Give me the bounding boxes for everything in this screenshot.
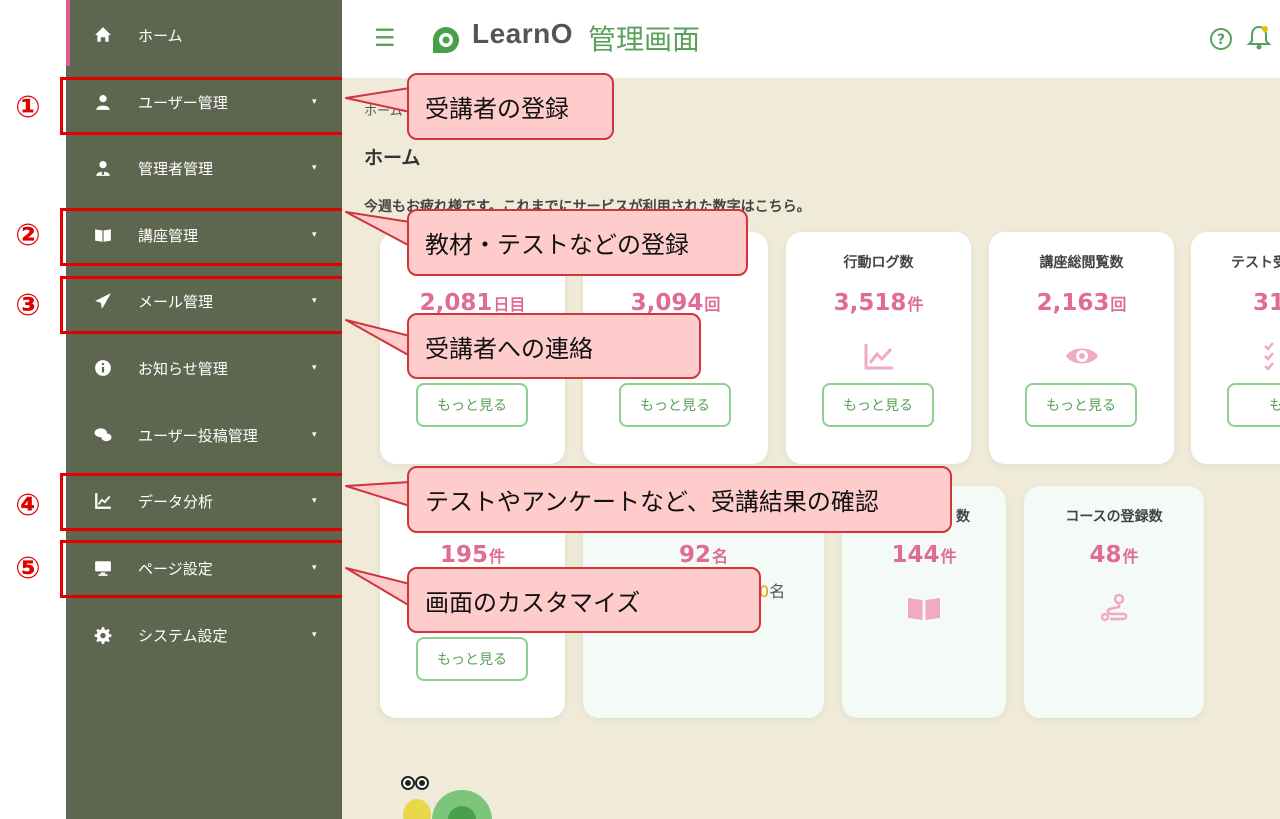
stat-title: コースの登録数 — [1065, 509, 1163, 525]
sidebar-item-news[interactable]: お知らせ管理 ▾ — [66, 335, 342, 401]
more-button[interactable]: もっと見る — [1025, 383, 1137, 427]
stat-value: 3,518件 — [833, 290, 924, 316]
marker-4: ④ — [15, 488, 41, 523]
stat-value: 2,163回 — [1036, 290, 1127, 316]
admin-icon — [92, 159, 114, 177]
top-bar: ☰ LearnO 管理画面 ? — [342, 0, 1280, 78]
sidebar-item-label: お知らせ管理 — [138, 359, 228, 378]
sidebar-item-label: データ分析 — [138, 492, 214, 511]
line-chart-icon — [864, 344, 893, 370]
header-subtitle: 管理画面 — [588, 23, 701, 56]
chevron-down-icon: ▾ — [312, 163, 317, 173]
more-button[interactable]: もっと見る — [416, 637, 528, 681]
sidebar-item-mail[interactable]: メール管理 ▾ — [66, 268, 342, 334]
paper-plane-icon — [92, 292, 114, 310]
help-icon[interactable]: ? — [1208, 26, 1234, 52]
snail-mascot-icon — [401, 776, 492, 819]
marker-2: ② — [15, 218, 41, 253]
more-button[interactable]: もっと見る — [822, 383, 934, 427]
learno-logo-icon — [433, 27, 459, 53]
callout-material-registration: 教材・テストなどの登録 — [407, 209, 748, 276]
stat-title: 行動ログ数 — [843, 255, 914, 271]
sidebar-item-courses[interactable]: 講座管理 ▾ — [66, 202, 342, 268]
route-icon — [1100, 593, 1128, 622]
marker-1: ① — [15, 90, 41, 125]
breadcrumb[interactable]: ホーム — [364, 100, 403, 119]
bell-icon[interactable] — [1246, 24, 1272, 52]
marker-3: ③ — [15, 288, 41, 323]
sidebar-item-label: システム設定 — [138, 626, 228, 645]
user-icon — [92, 93, 114, 111]
stat-card-activity-logs: 行動ログ数 3,518件 もっと見る — [786, 232, 971, 464]
book-icon — [92, 226, 114, 244]
sidebar-item-label: 管理者管理 — [138, 159, 214, 178]
home-icon — [92, 26, 114, 44]
comments-icon — [92, 426, 114, 444]
sidebar-item-analytics[interactable]: データ分析 ▾ — [66, 468, 342, 534]
sidebar-item-system-settings[interactable]: システム設定 ▾ — [66, 602, 342, 668]
stat-value: 48件 — [1089, 542, 1139, 568]
page-title: ホーム — [364, 147, 421, 169]
stat-title: テスト受 — [1231, 255, 1280, 271]
callout-customize-screen: 画面のカスタマイズ — [407, 567, 761, 633]
callout-contact-learners: 受講者への連絡 — [407, 313, 701, 379]
sidebar-item-label: ユーザー管理 — [138, 93, 228, 112]
more-button[interactable]: もっ — [1227, 383, 1280, 427]
chevron-down-icon: ▾ — [312, 296, 317, 306]
stat-subvalue: 0名 — [759, 582, 786, 601]
more-button[interactable]: もっと見る — [619, 383, 731, 427]
gear-icon — [92, 626, 114, 644]
stat-value: 144件 — [891, 542, 957, 568]
stat-value: 31 — [1253, 290, 1280, 316]
chevron-down-icon: ▾ — [312, 430, 317, 440]
chevron-down-icon: ▾ — [312, 496, 317, 506]
sidebar-item-home[interactable]: ホーム — [66, 2, 342, 68]
checklist-icon — [1264, 342, 1274, 371]
marker-5: ⑤ — [15, 551, 41, 586]
info-icon — [92, 359, 114, 377]
sidebar-item-label: ページ設定 — [138, 559, 213, 578]
more-button[interactable]: もっと見る — [416, 383, 528, 427]
chart-icon — [92, 492, 114, 510]
eye-icon — [1065, 348, 1098, 364]
sidebar-item-users[interactable]: ユーザー管理 ▾ — [66, 69, 342, 135]
callout-check-results: テストやアンケートなど、受講結果の確認 — [407, 466, 952, 533]
sidebar-item-page-settings[interactable]: ページ設定 ▾ — [66, 535, 342, 601]
sidebar-item-label: ユーザー投稿管理 — [138, 426, 258, 445]
sidebar-item-posts[interactable]: ユーザー投稿管理 ▾ — [66, 402, 342, 468]
sidebar-item-label: ホーム — [138, 26, 183, 45]
stat-value: 92名 — [678, 542, 729, 568]
monitor-icon — [92, 559, 114, 577]
sidebar-item-label: 講座管理 — [138, 226, 199, 245]
sidebar-item-admins[interactable]: 管理者管理 ▾ — [66, 135, 342, 201]
stat-card-course-views: 講座総閲覧数 2,163回 もっと見る — [989, 232, 1174, 464]
stat-card-tests: テスト受 31 もっ — [1191, 232, 1280, 464]
chevron-down-icon: ▾ — [312, 563, 317, 573]
logo-text: LearnO — [472, 18, 574, 49]
chevron-down-icon: ▾ — [312, 230, 317, 240]
sidebar-item-label: メール管理 — [138, 292, 214, 311]
book-icon — [908, 598, 940, 620]
stat-value: 195件 — [439, 542, 506, 568]
chevron-down-icon: ▾ — [312, 630, 317, 640]
chevron-down-icon: ▾ — [312, 97, 317, 107]
svg-text:?: ? — [1217, 32, 1225, 48]
stat-card-course-registrations: コースの登録数 48件 — [1024, 486, 1204, 718]
callout-user-registration: 受講者の登録 — [407, 73, 614, 140]
chevron-down-icon: ▾ — [312, 363, 317, 373]
hamburger-menu-icon[interactable]: ☰ — [374, 24, 398, 52]
stat-title: 講座総閲覧数 — [1039, 255, 1124, 271]
